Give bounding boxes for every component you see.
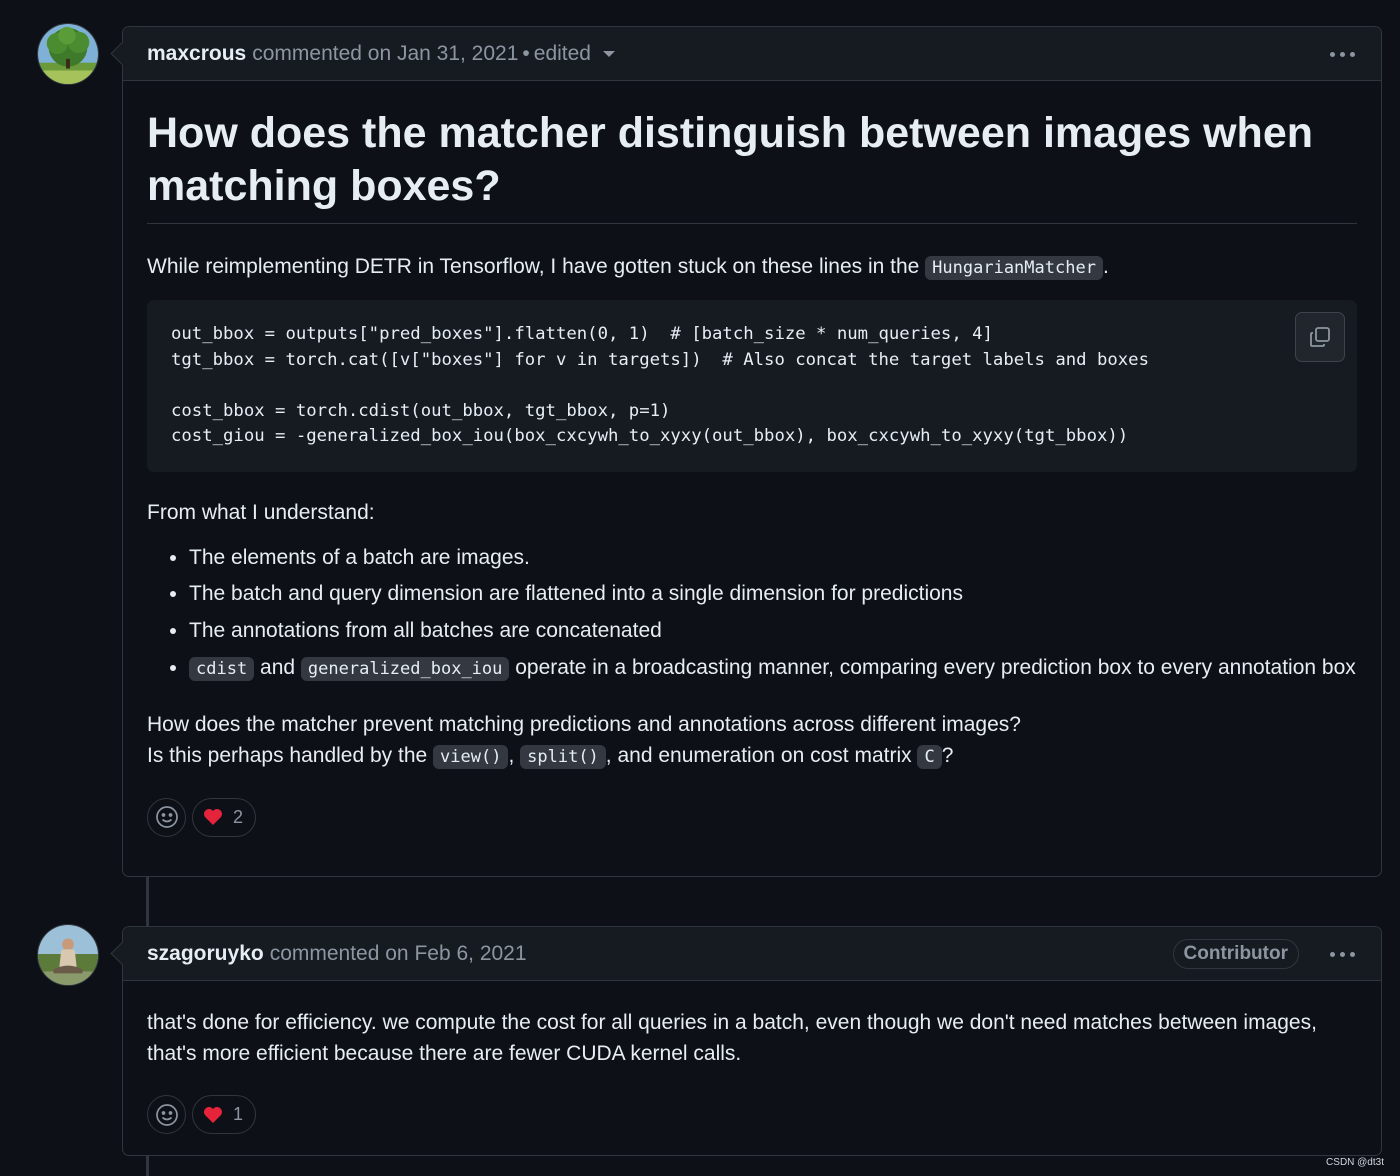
inline-code: HungarianMatcher (925, 256, 1103, 280)
inline-code: view() (433, 744, 509, 769)
copy-button[interactable] (1295, 312, 1345, 362)
kebab-icon[interactable] (1327, 941, 1357, 967)
author-link[interactable]: maxcrous (147, 42, 246, 66)
caret-down-icon[interactable] (602, 50, 615, 57)
avatar-maxcrous[interactable] (37, 23, 99, 85)
comment-timestamp[interactable]: commented on Jan 31, 2021 (252, 42, 518, 65)
timeline-line (146, 876, 149, 926)
list-item: cdist and generalized_box_iou operate in… (189, 652, 1357, 685)
timeline-line (146, 1154, 149, 1176)
code-line: cost_bbox = torch.cdist(out_bbox, tgt_bb… (171, 400, 671, 421)
code-line: tgt_bbox = torch.cat([v["boxes"] for v i… (171, 349, 1149, 370)
inline-code: split() (520, 744, 606, 769)
avatar-szagoruyko[interactable] (37, 924, 99, 986)
code-line: cost_giou = -generalized_box_iou(box_cxc… (171, 426, 1129, 446)
comment-card: szagoruyko commented on Feb 6, 2021 Cont… (122, 926, 1382, 1156)
intro-period: . (1102, 255, 1109, 278)
watermark: CSDN @dt3t (1326, 1157, 1384, 1168)
reactions-bar: 1 (147, 1095, 1357, 1134)
comment-body: that's done for efficiency. we compute t… (123, 1007, 1381, 1134)
comment-timestamp[interactable]: commented on Feb 6, 2021 (270, 942, 527, 966)
question-text: Is this perhaps handled by the (147, 743, 428, 767)
author-link[interactable]: szagoruyko (147, 942, 264, 966)
add-reaction-button[interactable] (147, 1095, 186, 1134)
code-line: out_bbox = outputs["pred_boxes"].flatten… (171, 324, 993, 344)
comment-header: maxcrous commented on Jan 31, 2021 • edite… (123, 27, 1381, 81)
heart-icon (204, 809, 222, 825)
intro-text: While reimplementing DETR in Tensorflow,… (147, 255, 926, 278)
smiley-icon (155, 806, 178, 828)
bullet-text: and (260, 655, 296, 679)
inline-code: generalized_box_iou (300, 656, 510, 681)
kebab-icon[interactable] (1327, 41, 1357, 67)
contributor-badge: Contributor (1172, 938, 1299, 969)
heart-count: 1 (233, 1104, 244, 1124)
list-item: The batch and query dimension are flatte… (189, 578, 1357, 609)
question-text: How does the matcher prevent matching pr… (147, 712, 1021, 736)
heart-reaction-button[interactable]: 1 (192, 1095, 257, 1134)
reply-text: that's more efficient because there are … (147, 1042, 742, 1065)
reactions-bar: 2 (147, 797, 1357, 837)
edited-label[interactable]: edited (534, 42, 591, 65)
comment-header: szagoruyko commented on Feb 6, 2021 Cont… (123, 927, 1381, 981)
question-text-2: Is this perhaps handled by the view(), s… (147, 743, 954, 769)
question-end: ? (941, 743, 954, 767)
intro-paragraph: While reimplementing DETR in Tensorflow,… (147, 251, 1357, 284)
question-text: , and enumeration on cost matrix (605, 743, 912, 767)
add-reaction-button[interactable] (147, 797, 186, 837)
inline-code: C (917, 744, 942, 769)
inline-code: cdist (189, 656, 255, 681)
list-item: The elements of a batch are images. (189, 542, 1357, 573)
bullet-text: operate in a broadcasting manner, compar… (515, 655, 1356, 679)
code-block[interactable]: out_bbox = outputs["pred_boxes"].flatten… (147, 300, 1357, 472)
heart-count: 2 (233, 806, 244, 827)
issue-title: How does the matcher distinguish between… (147, 107, 1357, 224)
understand-text: From what I understand: (147, 500, 375, 524)
comment-meta: commented on Jan 31, 2021 • edited (252, 42, 615, 66)
heart-reaction-button[interactable]: 2 (192, 797, 257, 837)
comment-card: maxcrous commented on Jan 31, 2021 • edite… (122, 26, 1382, 877)
comment-body: How does the matcher distinguish between… (123, 107, 1381, 837)
list-item: The annotations from all batches are con… (189, 615, 1357, 646)
reply-text: that's done for efficiency. we compute t… (147, 1011, 1317, 1034)
copy-icon (1310, 327, 1330, 347)
smiley-icon (155, 1103, 178, 1126)
bullet-list: The elements of a batch are images. The … (147, 542, 1357, 685)
heart-icon (204, 1106, 222, 1123)
